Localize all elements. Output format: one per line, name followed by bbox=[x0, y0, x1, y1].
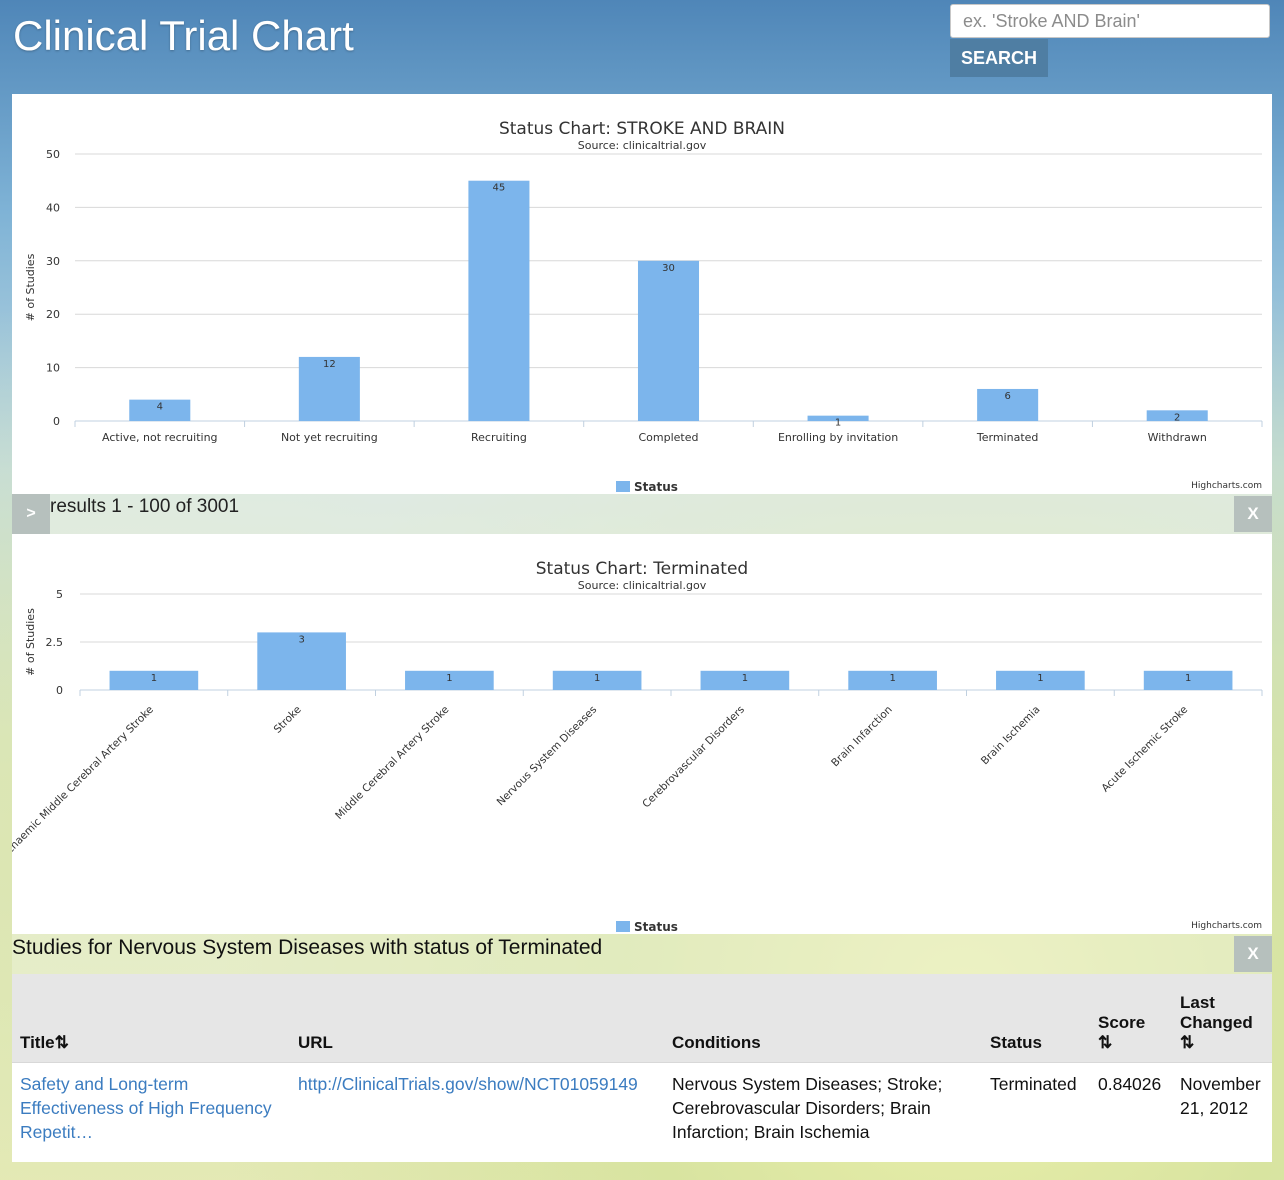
study-title-link[interactable]: Safety and Long-term Effectiveness of Hi… bbox=[20, 1074, 272, 1142]
x-tick-label: Not yet recruiting bbox=[281, 431, 378, 444]
studies-heading: Studies for Nervous System Diseases with… bbox=[12, 936, 603, 959]
table-header-row: Title⇅ URL Conditions Status Score ⇅ Last… bbox=[12, 974, 1272, 1062]
x-tick-label: Brain Ischemia bbox=[979, 704, 1043, 768]
column-conditions: Conditions bbox=[664, 974, 982, 1062]
cell-url[interactable]: http://ClinicalTrials.gov/show/NCT010591… bbox=[290, 1062, 664, 1153]
y-tick-label: 5 bbox=[56, 588, 63, 601]
close-results-button[interactable]: X bbox=[1234, 496, 1272, 532]
column-score-label: Score bbox=[1098, 1012, 1146, 1032]
legend-label: Status bbox=[634, 920, 678, 934]
cell-status: Terminated bbox=[990, 1073, 1077, 1094]
column-last-changed-label-line2: Changed bbox=[1180, 1012, 1253, 1032]
y-tick-label: 20 bbox=[46, 308, 60, 321]
search-button[interactable]: SEARCH bbox=[950, 39, 1048, 77]
legend-swatch bbox=[616, 921, 630, 932]
y-tick-label: 50 bbox=[46, 148, 60, 161]
chart-subtitle: Source: clinicaltrial.gov bbox=[578, 579, 707, 592]
x-tick-label: Ischaemic Middle Cerebral Artery Stroke bbox=[12, 704, 156, 862]
sort-icon[interactable]: ⇅ bbox=[55, 1033, 69, 1052]
data-label: 1 bbox=[1037, 673, 1043, 684]
data-label: 1 bbox=[742, 673, 748, 684]
y-tick-label: 30 bbox=[46, 255, 60, 268]
y-tick-label: 0 bbox=[56, 684, 63, 697]
expand-button[interactable]: > bbox=[12, 494, 50, 534]
chart-title: Status Chart: STROKE AND BRAIN bbox=[499, 119, 785, 139]
terminated-chart-panel: Status Chart: Terminated Source: clinical… bbox=[12, 534, 1272, 934]
column-status: Status bbox=[982, 974, 1090, 1062]
data-label: 6 bbox=[1004, 391, 1010, 402]
cell-conditions: Nervous System Diseases; Stroke; Cerebro… bbox=[672, 1073, 943, 1142]
data-label: 2 bbox=[1174, 412, 1180, 423]
legend-swatch bbox=[616, 481, 630, 492]
status-chart: Status Chart: STROKE AND BRAINSource: cl… bbox=[24, 119, 1263, 494]
x-tick-label: Middle Cerebral Artery Stroke bbox=[333, 704, 451, 822]
chart-bar bbox=[637, 260, 700, 421]
data-label: 30 bbox=[662, 263, 675, 274]
data-label: 1 bbox=[889, 673, 895, 684]
app-title: Clinical Trial Chart bbox=[13, 12, 354, 59]
sort-icon[interactable]: ⇅ bbox=[1098, 1033, 1112, 1052]
column-status-label: Status bbox=[990, 1032, 1042, 1052]
legend-label: Status bbox=[634, 480, 678, 494]
x-tick-label: Recruiting bbox=[471, 431, 527, 444]
x-tick-label: Terminated bbox=[976, 431, 1039, 444]
y-tick-label: 2.5 bbox=[46, 636, 64, 649]
cell-title[interactable]: Safety and Long-term Effectiveness of Hi… bbox=[12, 1062, 290, 1153]
x-tick-label: Stroke bbox=[272, 704, 304, 736]
y-tick-label: 10 bbox=[46, 362, 60, 375]
data-label: 1 bbox=[1185, 673, 1191, 684]
chart-credits: Highcharts.com bbox=[1191, 481, 1262, 491]
column-url: URL bbox=[290, 974, 664, 1062]
column-score[interactable]: Score ⇅ bbox=[1090, 974, 1172, 1062]
data-label: 1 bbox=[446, 673, 452, 684]
x-tick-label: Acute Ischemic Stroke bbox=[1099, 704, 1190, 795]
y-axis-label: # of Studies bbox=[24, 253, 37, 321]
data-label: 1 bbox=[835, 418, 841, 429]
x-tick-label: Withdrawn bbox=[1148, 431, 1207, 444]
results-bar: > results 1 - 100 of 3001 X bbox=[12, 494, 1272, 534]
data-label: 12 bbox=[323, 359, 336, 370]
column-url-label: URL bbox=[298, 1032, 333, 1052]
column-last-changed-label-line1: Last bbox=[1180, 992, 1215, 1012]
search-input[interactable] bbox=[950, 4, 1270, 38]
x-tick-label: Active, not recruiting bbox=[102, 431, 218, 444]
sort-icon[interactable]: ⇅ bbox=[1180, 1033, 1194, 1052]
studies-table: Title⇅ URL Conditions Status Score ⇅ Last… bbox=[12, 974, 1272, 1153]
x-tick-label: Completed bbox=[639, 431, 699, 444]
terminated-chart: Status Chart: TerminatedSource: clinical… bbox=[12, 559, 1263, 934]
studies-table-container: Title⇅ URL Conditions Status Score ⇅ Last… bbox=[12, 974, 1272, 1162]
chart-bar bbox=[468, 180, 530, 421]
close-studies-button[interactable]: X bbox=[1234, 936, 1272, 972]
chart-subtitle: Source: clinicaltrial.gov bbox=[578, 139, 707, 152]
x-tick-label: Enrolling by invitation bbox=[778, 431, 898, 444]
studies-header: Studies for Nervous System Diseases with… bbox=[12, 934, 1272, 974]
table-row: Safety and Long-term Effectiveness of Hi… bbox=[12, 1062, 1272, 1153]
cell-score: 0.84026 bbox=[1098, 1073, 1162, 1094]
y-tick-label: 40 bbox=[46, 201, 60, 214]
y-axis-label: # of Studies bbox=[24, 608, 37, 676]
data-label: 4 bbox=[157, 402, 163, 413]
data-label: 1 bbox=[594, 673, 600, 684]
column-last-changed[interactable]: Last Changed ⇅ bbox=[1172, 974, 1272, 1062]
data-label: 3 bbox=[298, 634, 304, 645]
x-tick-label: Nervous System Diseases bbox=[495, 704, 600, 809]
x-tick-label: Brain Infarction bbox=[829, 704, 895, 770]
study-url-link[interactable]: http://ClinicalTrials.gov/show/NCT010591… bbox=[298, 1074, 638, 1094]
column-conditions-label: Conditions bbox=[672, 1032, 761, 1052]
column-title[interactable]: Title⇅ bbox=[12, 974, 290, 1062]
chart-title: Status Chart: Terminated bbox=[536, 559, 748, 579]
column-title-label: Title bbox=[20, 1032, 55, 1052]
cell-last-changed: November 21, 2012 bbox=[1180, 1073, 1261, 1118]
data-label: 45 bbox=[493, 183, 506, 194]
chart-credits: Highcharts.com bbox=[1191, 921, 1262, 931]
data-label: 1 bbox=[151, 673, 157, 684]
status-chart-panel: Status Chart: STROKE AND BRAIN Source: cl… bbox=[12, 94, 1272, 494]
x-tick-label: Cerebrovascular Disorders bbox=[640, 704, 747, 811]
results-count: results 1 - 100 of 3001 bbox=[50, 496, 240, 517]
y-tick-label: 0 bbox=[53, 415, 60, 428]
